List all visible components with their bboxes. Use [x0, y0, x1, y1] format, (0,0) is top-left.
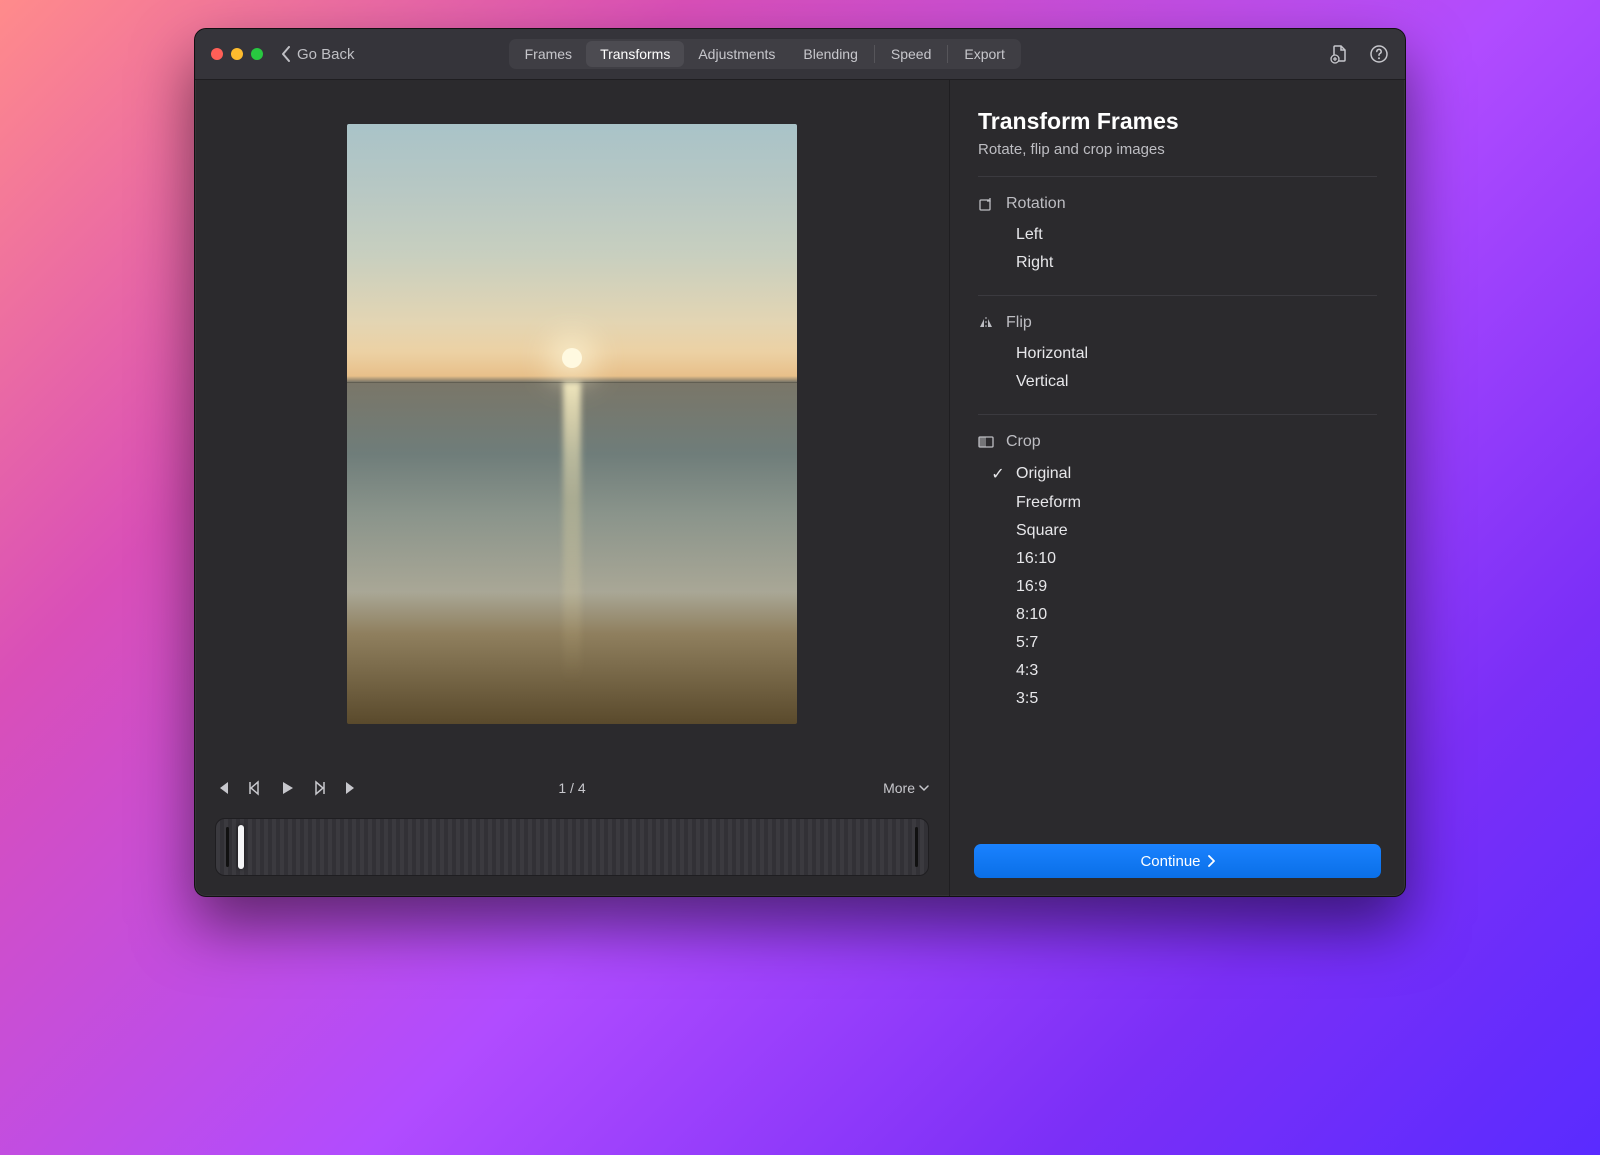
panel-title: Transform Frames [978, 108, 1377, 135]
maximize-window-button[interactable] [251, 48, 263, 60]
chevron-left-icon [281, 46, 291, 62]
tab-frames[interactable]: Frames [511, 41, 586, 67]
crop-option[interactable]: ✓Original [978, 459, 1377, 489]
more-menu-button[interactable]: More [883, 780, 929, 796]
tab-blending[interactable]: Blending [789, 41, 872, 67]
chevron-down-icon [919, 783, 929, 793]
crop-option[interactable]: 5:7 [978, 629, 1377, 657]
tab-bar: Frames Transforms Adjustments Blending S… [509, 39, 1021, 69]
timeline-start-marker[interactable] [226, 827, 229, 867]
flip-label: Flip [1006, 314, 1032, 332]
close-window-button[interactable] [211, 48, 223, 60]
crop-icon [978, 434, 994, 450]
tab-separator [947, 45, 948, 63]
crop-option[interactable]: Square [978, 517, 1377, 545]
continue-label: Continue [1140, 853, 1200, 870]
checkmark-icon: ✓ [990, 464, 1006, 484]
rotation-label: Rotation [1006, 195, 1066, 213]
go-back-label: Go Back [297, 46, 355, 63]
crop-label: Crop [1006, 433, 1041, 451]
flip-horizontal-option[interactable]: Horizontal [978, 340, 1377, 368]
playback-controls: 1 / 4 More [195, 768, 949, 808]
tab-transforms[interactable]: Transforms [586, 41, 684, 67]
preview-area [195, 80, 949, 768]
tab-export[interactable]: Export [950, 41, 1018, 67]
tab-speed[interactable]: Speed [877, 41, 945, 67]
crop-section: Crop ✓OriginalFreeformSquare16:1016:98:1… [978, 414, 1377, 731]
rotation-section: Rotation Left Right [978, 176, 1377, 295]
go-back-button[interactable]: Go Back [281, 46, 355, 63]
document-add-icon[interactable] [1329, 44, 1349, 64]
timeline-playhead[interactable] [238, 825, 244, 869]
app-window: Go Back Frames Transforms Adjustments Bl… [194, 28, 1406, 897]
titlebar: Go Back Frames Transforms Adjustments Bl… [195, 29, 1405, 80]
rotation-icon [978, 196, 994, 212]
chevron-right-icon [1207, 855, 1215, 867]
rotate-left-option[interactable]: Left [978, 221, 1377, 249]
panel-subtitle: Rotate, flip and crop images [978, 141, 1377, 158]
step-forward-icon[interactable] [311, 780, 327, 796]
help-icon[interactable] [1369, 44, 1389, 64]
transform-panel: Transform Frames Rotate, flip and crop i… [950, 80, 1405, 830]
skip-start-icon[interactable] [215, 780, 231, 796]
minimize-window-button[interactable] [231, 48, 243, 60]
window-controls [211, 48, 263, 60]
crop-option[interactable]: 16:10 [978, 545, 1377, 573]
preview-pane: 1 / 4 More [195, 80, 950, 896]
frame-counter: 1 / 4 [558, 780, 585, 796]
flip-vertical-option[interactable]: Vertical [978, 368, 1377, 396]
skip-end-icon[interactable] [343, 780, 359, 796]
crop-option[interactable]: 4:3 [978, 657, 1377, 685]
preview-image [347, 124, 797, 724]
tab-separator [874, 45, 875, 63]
timeline-end-marker[interactable] [915, 827, 918, 867]
more-label: More [883, 780, 915, 796]
step-back-icon[interactable] [247, 780, 263, 796]
crop-option[interactable]: 3:5 [978, 685, 1377, 713]
timeline-area [195, 808, 949, 896]
panel-footer: Continue [950, 830, 1405, 896]
tab-adjustments[interactable]: Adjustments [684, 41, 789, 67]
inspector-pane: Transform Frames Rotate, flip and crop i… [950, 80, 1405, 896]
window-body: 1 / 4 More Transform Frames Rotate, f [195, 80, 1405, 896]
continue-button[interactable]: Continue [974, 844, 1381, 878]
play-icon[interactable] [279, 780, 295, 796]
flip-icon [978, 315, 994, 331]
crop-option[interactable]: Freeform [978, 489, 1377, 517]
rotate-right-option[interactable]: Right [978, 249, 1377, 277]
timeline-scrubber[interactable] [215, 818, 929, 876]
crop-option[interactable]: 16:9 [978, 573, 1377, 601]
crop-option[interactable]: 8:10 [978, 601, 1377, 629]
titlebar-right [1329, 44, 1389, 64]
flip-section: Flip Horizontal Vertical [978, 295, 1377, 414]
